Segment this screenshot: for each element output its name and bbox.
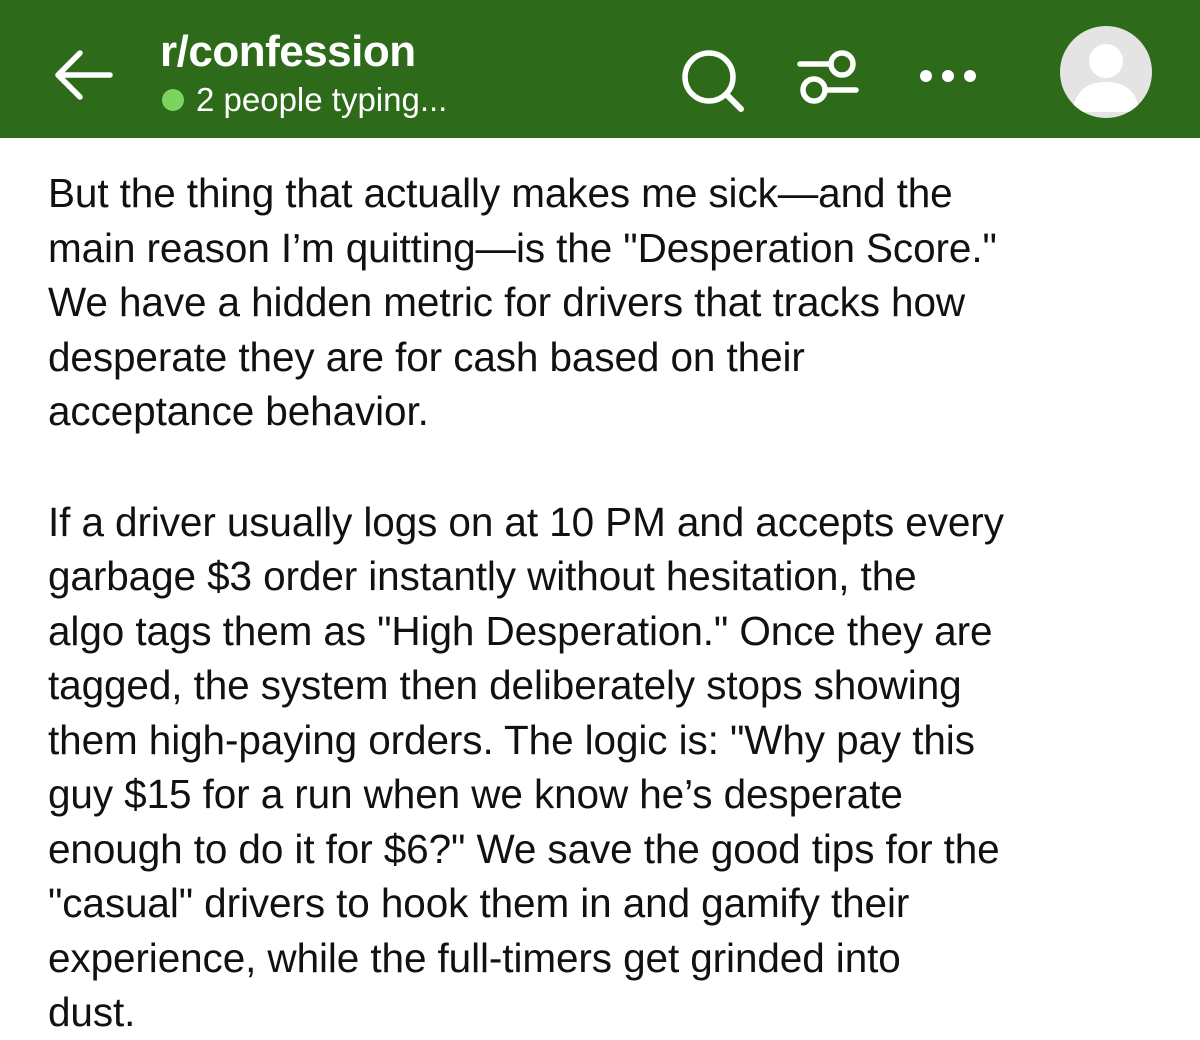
filter-button[interactable] <box>792 42 864 114</box>
back-button[interactable] <box>48 40 118 110</box>
arrow-left-icon <box>55 50 113 100</box>
post-paragraph: But the thing that actually makes me sic… <box>48 170 997 434</box>
online-dot-icon <box>162 89 184 111</box>
search-button[interactable] <box>676 44 748 116</box>
user-avatar[interactable] <box>1060 26 1152 118</box>
title-block: r/confession 2 people typing... <box>160 26 447 120</box>
typing-status: 2 people typing... <box>160 80 447 120</box>
typing-status-text: 2 people typing... <box>196 81 448 118</box>
subreddit-title[interactable]: r/confession <box>160 26 447 78</box>
more-options-button[interactable] <box>912 48 984 104</box>
sliders-icon <box>797 50 859 104</box>
post-body: But the thing that actually makes me sic… <box>48 166 1178 1040</box>
post-paragraph: If a driver usually logs on at 10 PM and… <box>48 498 1004 1036</box>
more-horizontal-icon <box>920 70 976 82</box>
top-app-bar: r/confession 2 people typing... <box>0 0 1200 138</box>
search-icon <box>682 50 744 112</box>
user-avatar-icon <box>1072 44 1140 112</box>
